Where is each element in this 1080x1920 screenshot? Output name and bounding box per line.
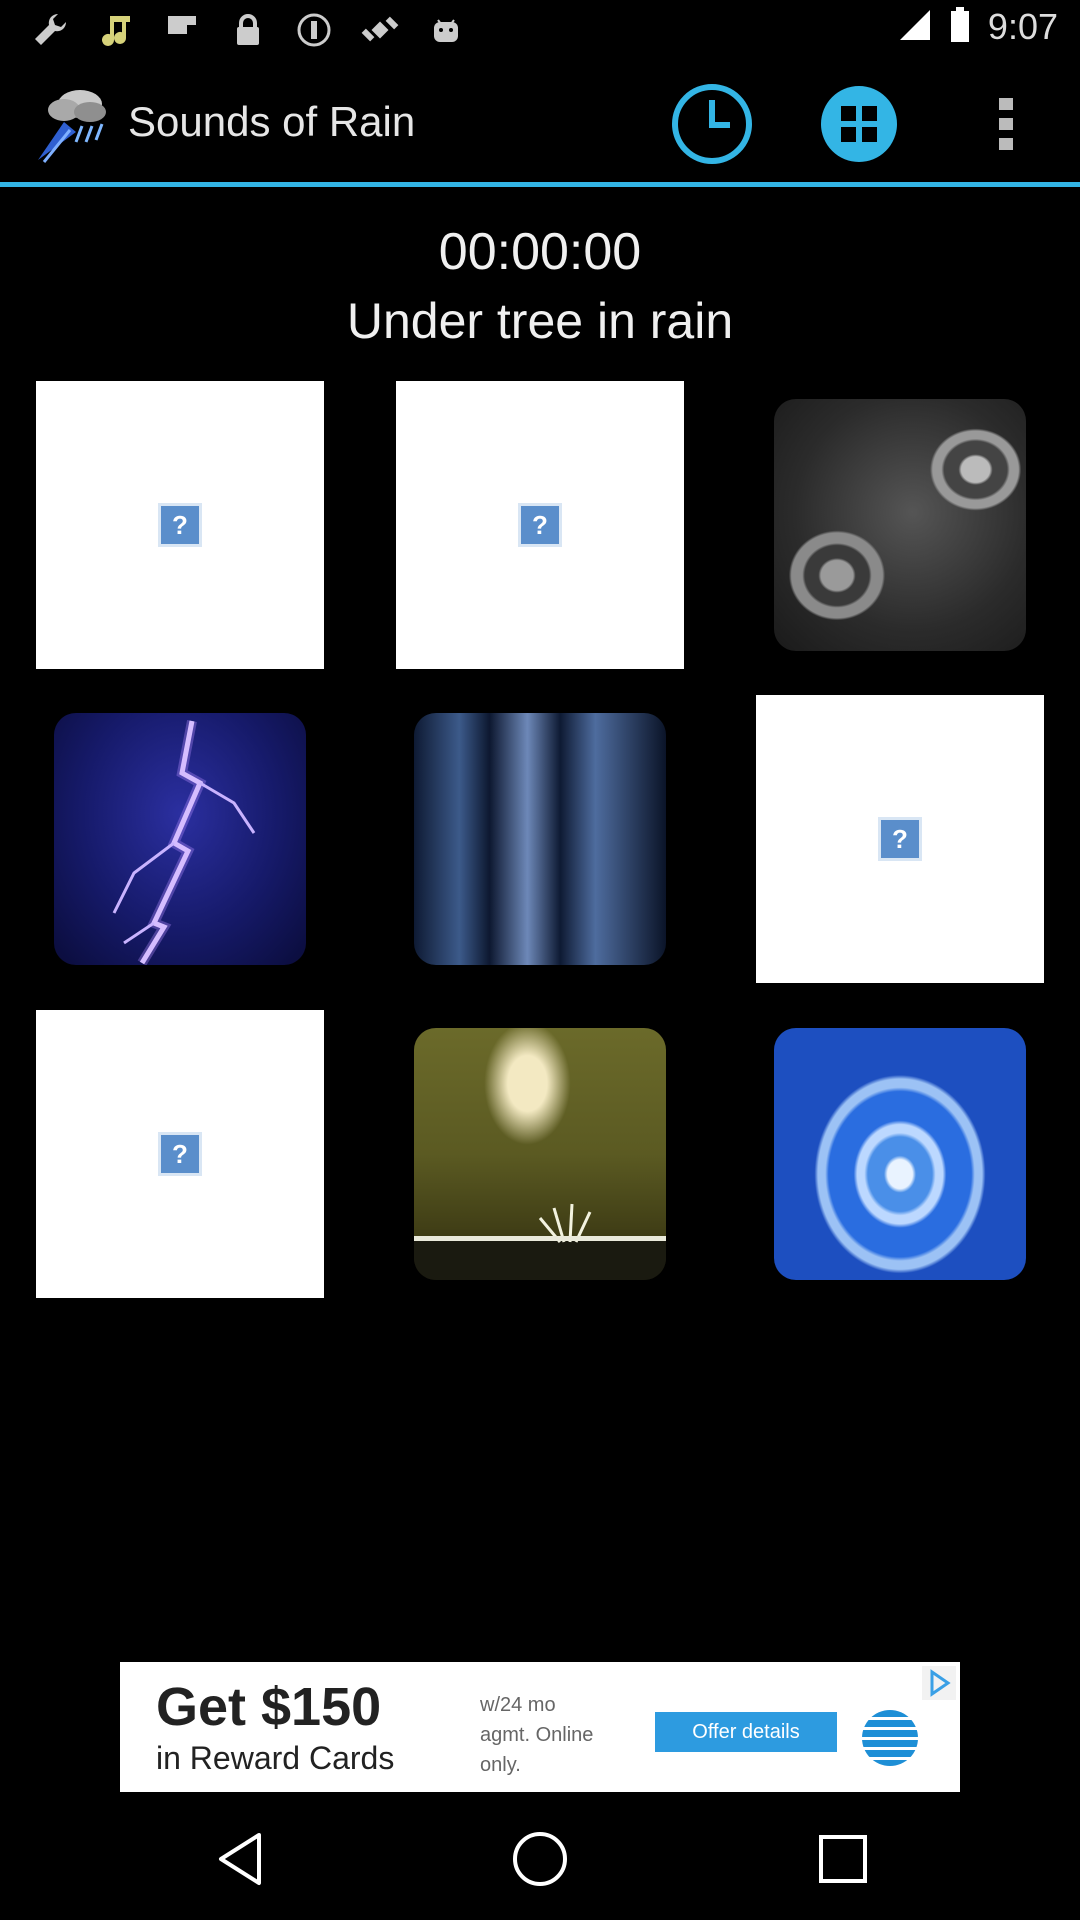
current-sound-name: Under tree in rain	[346, 293, 734, 349]
broken-image-icon: ?	[158, 503, 202, 547]
signal-icon	[898, 8, 932, 47]
battery-icon	[950, 6, 970, 48]
android-icon	[424, 8, 468, 52]
satellite-icon	[358, 8, 402, 52]
timer-icon	[670, 82, 754, 171]
ad-offer-details-button[interactable]: Offer details	[655, 1712, 837, 1752]
timer-display: 00:00:00	[438, 223, 642, 281]
wrench-icon	[28, 8, 72, 52]
broken-image-icon: ?	[158, 1132, 202, 1176]
ad-fine-print: w/24 mo agmt. Online only.	[480, 1694, 594, 1776]
grid-view-button[interactable]	[817, 84, 901, 168]
ad-banner[interactable]: Get $150 in Reward Cards w/24 mo agmt. O…	[120, 1662, 960, 1792]
sound-tile-2[interactable]: ?	[396, 381, 684, 669]
status-bar: 9:07	[0, 0, 1080, 62]
recents-button[interactable]	[808, 1826, 878, 1896]
sound-tile-1[interactable]: ?	[36, 381, 324, 669]
splash-graphic	[414, 1203, 666, 1280]
ad-subline: in Reward Cards	[156, 1740, 395, 1776]
ad-choices-icon[interactable]	[922, 1666, 956, 1700]
info-circle-icon	[292, 8, 336, 52]
sound-tile-water-drop[interactable]	[774, 1028, 1026, 1280]
notification-icons	[28, 8, 468, 52]
att-globe-logo	[862, 1710, 918, 1766]
home-button[interactable]	[505, 1826, 575, 1896]
system-status: 9:07	[898, 6, 1058, 48]
broken-image-icon: ?	[518, 503, 562, 547]
clock-time: 9:07	[987, 6, 1058, 47]
sound-tile-rain-splash[interactable]	[414, 1028, 666, 1280]
sound-tile-rain-ripples[interactable]	[774, 399, 1026, 651]
sound-tile-lightning[interactable]	[54, 713, 306, 965]
lightning-bolt-graphic	[112, 720, 256, 965]
broken-image-icon: ?	[878, 817, 922, 861]
home-icon	[510, 1829, 570, 1894]
ad-headline: Get $150	[156, 1677, 382, 1737]
sound-tile-7[interactable]: ?	[36, 1010, 324, 1298]
timer-button[interactable]	[670, 82, 754, 171]
sound-tile-heavy-rain[interactable]	[414, 713, 666, 965]
app-title: Sounds of Rain	[128, 98, 416, 145]
recents-icon	[817, 1833, 869, 1890]
music-note-icon	[94, 8, 138, 52]
back-icon	[215, 1831, 265, 1892]
lock-icon	[226, 8, 270, 52]
back-button[interactable]	[205, 1826, 275, 1896]
sound-tile-6[interactable]: ?	[756, 695, 1044, 983]
grid-icon	[817, 82, 901, 171]
flipboard-icon	[160, 8, 204, 52]
overflow-menu-button[interactable]	[964, 84, 1048, 168]
overflow-menu-icon	[991, 94, 1021, 159]
action-bar-divider	[0, 182, 1080, 187]
rain-cloud-logo[interactable]	[30, 82, 114, 166]
